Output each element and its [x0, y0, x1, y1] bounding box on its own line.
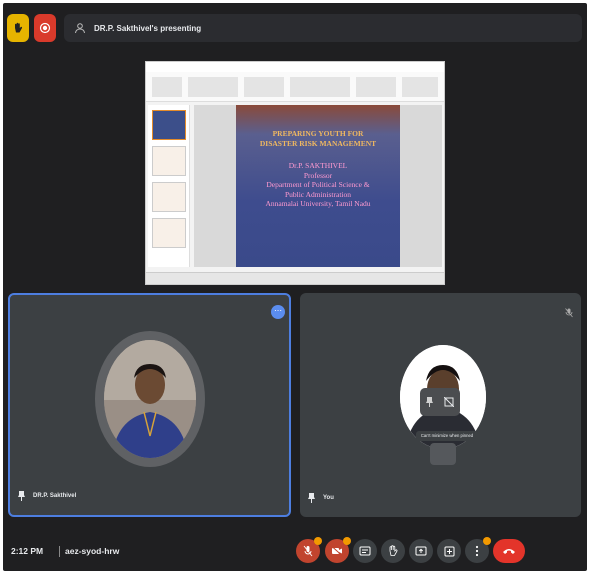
tooltip: Can't minimize when pinned [416, 431, 478, 441]
shared-screen[interactable]: PREPARING YOUTH FOR DISASTER RISK MANAGE… [145, 61, 445, 285]
slide-title-1: PREPARING YOUTH FOR [272, 129, 364, 138]
slide-thumb [152, 146, 186, 176]
warning-badge [343, 537, 351, 545]
hand-icon [15, 22, 23, 33]
avatar [104, 340, 196, 458]
meet-window: DR.P. Sakthivel's presenting PREPARING Y… [3, 3, 587, 571]
camera-off-icon [331, 546, 343, 556]
avatar-frame [95, 331, 205, 467]
participant-name: You [308, 493, 334, 503]
notification-badge [483, 537, 491, 545]
slide-thumb [152, 182, 186, 212]
pin-icon [308, 493, 315, 503]
slide-university: Annamalai University, Tamil Nadu [265, 199, 371, 208]
participant-tile-sakthivel[interactable]: ⋯ DR.P. Sakthivel [8, 293, 291, 517]
clock: 2:12 PM [11, 546, 44, 556]
captions-icon [359, 546, 371, 556]
meeting-code: aez-syod-hrw [65, 546, 120, 556]
slide-thumbnails [148, 105, 190, 267]
hang-up-icon [503, 549, 515, 554]
minimize-off-icon[interactable] [444, 397, 455, 407]
pin-icon [18, 491, 25, 501]
tile-controls [420, 388, 460, 416]
participant-name-label: You [323, 495, 334, 501]
hand-icon [389, 545, 398, 556]
window-titlebar [146, 62, 444, 72]
current-slide: PREPARING YOUTH FOR DISASTER RISK MANAGE… [236, 105, 400, 267]
more-options-icon[interactable]: ⋯ [271, 305, 285, 319]
participant-name-label: DR.P. Sakthivel [33, 493, 77, 499]
slide-author: Dr.P. SAKTHIVEL [288, 161, 348, 170]
slide-department-2: Public Administration [284, 189, 352, 199]
slide-title-2: DISASTER RISK MANAGEMENT [259, 139, 377, 148]
present-icon [415, 546, 427, 556]
stop-presenting-button[interactable] [34, 14, 56, 42]
more-vertical-icon [475, 545, 479, 557]
slide-thumb [152, 218, 186, 248]
more-options-button[interactable] [465, 537, 491, 563]
record-icon [39, 22, 51, 34]
participant-tile-you[interactable]: Can't minimize when pinned You [300, 293, 581, 517]
leave-call-button[interactable] [493, 539, 525, 563]
mic-off-icon [565, 305, 573, 323]
slide-thumb [152, 110, 186, 140]
slide-department: Department of Political Science & [266, 180, 370, 189]
camera-button[interactable] [325, 537, 351, 563]
mic-button[interactable] [296, 537, 322, 563]
raise-hand-button[interactable] [381, 539, 405, 563]
plus-box-icon [444, 546, 454, 556]
presenting-text: DR.P. Sakthivel's presenting [94, 23, 202, 33]
hand-raise-button[interactable] [7, 14, 29, 42]
slide-position: Professor [303, 170, 333, 180]
divider [59, 546, 60, 557]
self-view-thumb [430, 443, 456, 465]
ribbon [146, 72, 444, 102]
captions-button[interactable] [353, 539, 377, 563]
presenting-banner: DR.P. Sakthivel's presenting [64, 14, 582, 42]
pin-toggle-icon[interactable] [425, 397, 433, 407]
participant-name: DR.P. Sakthivel [18, 491, 76, 501]
presenter-icon [75, 23, 85, 34]
present-button[interactable] [409, 539, 433, 563]
warning-badge [314, 537, 322, 545]
activities-button[interactable] [437, 539, 461, 563]
window-statusbar [146, 272, 444, 284]
mic-off-icon [303, 545, 313, 557]
slide-canvas: PREPARING YOUTH FOR DISASTER RISK MANAGE… [194, 105, 442, 267]
